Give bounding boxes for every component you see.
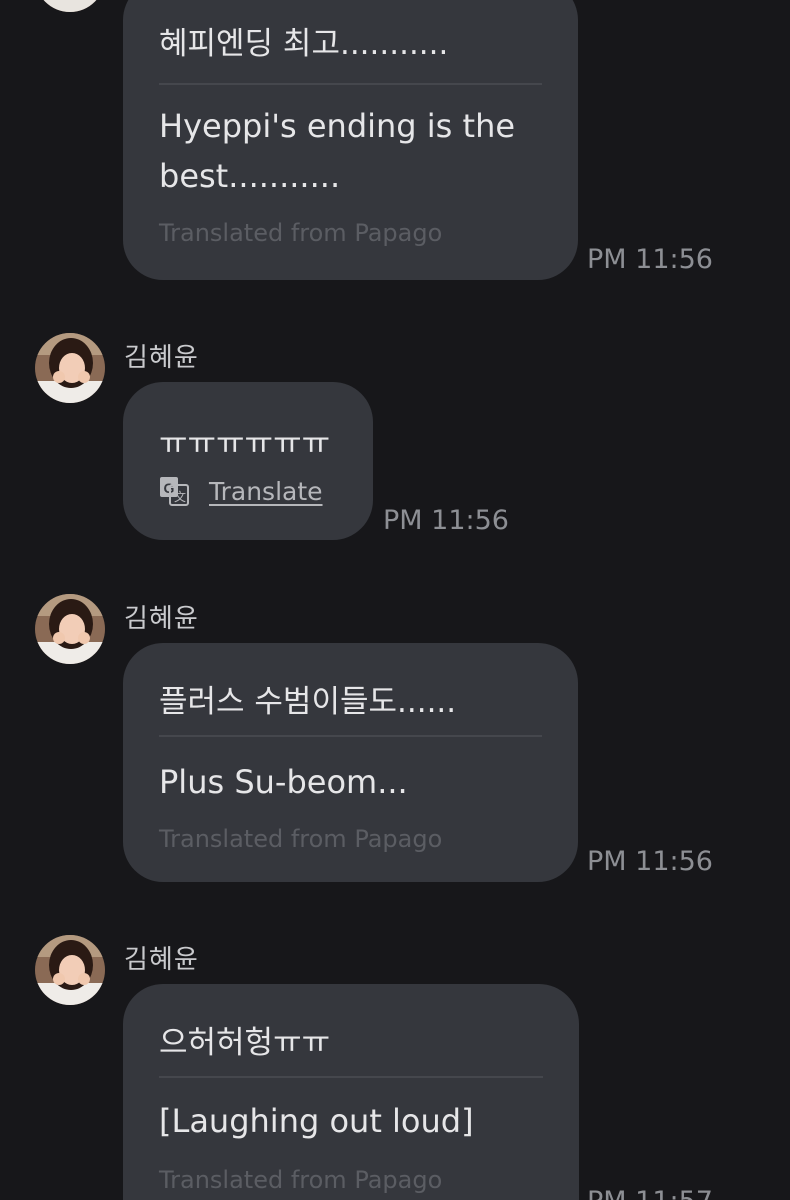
sender-avatar[interactable] xyxy=(35,935,105,1005)
message-divider xyxy=(159,1076,543,1078)
message-timestamp: PM 11:56 xyxy=(587,244,713,275)
translate-icon[interactable]: G 文 xyxy=(159,476,189,506)
message-bubble[interactable]: 혜피엔딩 최고........... Hyeppi's ending is th… xyxy=(123,0,578,280)
sender-name: 김혜윤 xyxy=(124,604,199,634)
translation-source: Translated from Papago xyxy=(159,825,443,853)
message-translation-text: Hyeppi's ending is the best........... xyxy=(159,107,516,195)
message-divider xyxy=(159,735,542,737)
message-bubble[interactable]: 플러스 수범이들도...... Plus Su-beom... Translat… xyxy=(123,643,578,882)
message-translation-text: Plus Su-beom... xyxy=(159,763,408,801)
sender-avatar[interactable] xyxy=(35,333,105,403)
chat-view[interactable]: 혜피엔딩 최고........... Hyeppi's ending is th… xyxy=(0,0,790,1200)
sender-name: 김혜윤 xyxy=(124,945,199,975)
sender-avatar[interactable] xyxy=(35,594,105,664)
message-bubble[interactable]: 으허허헝ㅠㅠ [Laughing out loud] Translated fr… xyxy=(123,984,579,1200)
message-bubble[interactable]: ㅠㅠㅠㅠㅠㅠ G 文 Translate xyxy=(123,382,373,540)
message-timestamp: PM 11:56 xyxy=(587,846,713,877)
message-translation-text: [Laughing out loud] xyxy=(159,1102,474,1140)
avatar-image xyxy=(35,0,105,12)
sender-avatar[interactable] xyxy=(35,0,105,12)
message-original-text: ㅠㅠㅠㅠㅠㅠ xyxy=(159,426,331,462)
message-original-text: 플러스 수범이들도...... xyxy=(159,684,457,720)
svg-text:文: 文 xyxy=(174,489,186,504)
sender-name: 김혜윤 xyxy=(124,343,199,373)
translate-link[interactable]: Translate xyxy=(209,477,323,506)
translate-row[interactable]: G 文 Translate xyxy=(159,476,337,506)
message-original-text: 으허허헝ㅠㅠ xyxy=(159,1025,331,1061)
translation-source: Translated from Papago xyxy=(159,219,443,247)
message-timestamp: PM 11:56 xyxy=(383,505,509,536)
message-original-text: 혜피엔딩 최고........... xyxy=(159,26,449,62)
avatar-image xyxy=(35,333,105,403)
avatar-image xyxy=(35,594,105,664)
avatar-image xyxy=(35,935,105,1005)
message-divider xyxy=(159,83,542,85)
message-timestamp: PM 11:57 xyxy=(587,1186,713,1200)
translation-source: Translated from Papago xyxy=(159,1166,443,1194)
